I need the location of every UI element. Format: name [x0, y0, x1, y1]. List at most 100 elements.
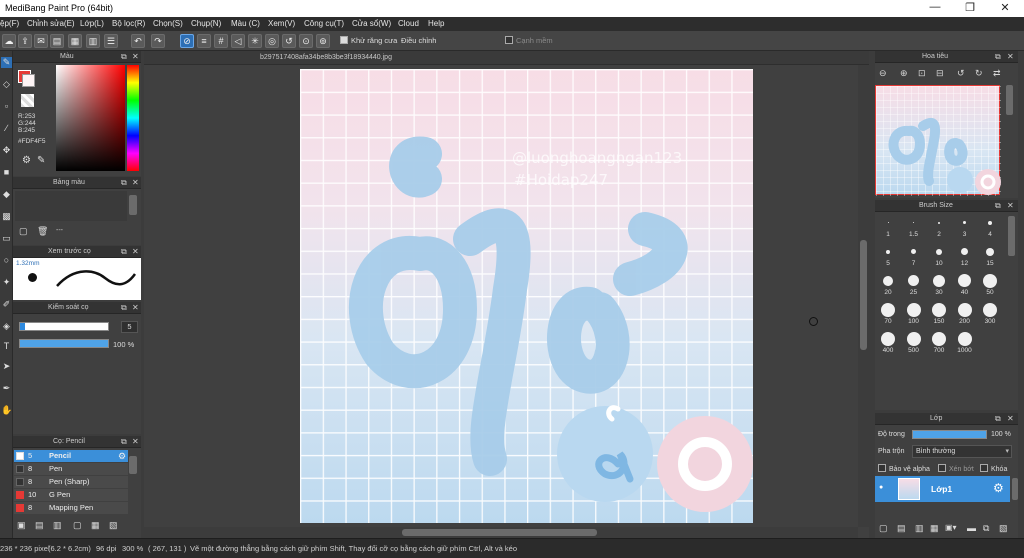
brush-size-option[interactable]: 12: [953, 243, 977, 271]
brush-size-option[interactable]: 50: [978, 272, 1002, 300]
palette-area[interactable]: [15, 191, 127, 221]
brush-item-pencil[interactable]: 5 Pencil ⚙: [14, 450, 128, 462]
brush-size-option[interactable]: 2: [927, 214, 951, 242]
duplicate-layer-icon[interactable]: ⧉: [983, 523, 989, 534]
brush-item-mapping-pen[interactable]: 8 Mapping Pen: [14, 502, 128, 514]
bucket-tool-icon[interactable]: ◆: [1, 189, 12, 200]
snap-radial-icon[interactable]: ✳: [248, 34, 262, 48]
brush-add-icon[interactable]: ▤: [35, 520, 44, 531]
navigator-scrollbar[interactable]: [1006, 85, 1013, 115]
brush-delete-icon[interactable]: ▧: [109, 520, 118, 531]
new-8bit-layer-icon[interactable]: ▥: [915, 523, 924, 534]
list-icon[interactable]: ☰: [104, 34, 118, 48]
protect-alpha-checkbox[interactable]: Bảo vệ alpha: [878, 464, 930, 473]
saturation-value-picker[interactable]: [56, 65, 125, 171]
edge-checkbox[interactable]: Cạnh mềm: [505, 36, 553, 45]
redo-icon[interactable]: ↷: [151, 34, 165, 48]
new-halftone-layer-icon[interactable]: ▤: [897, 523, 906, 534]
horizontal-scroll-thumb[interactable]: [402, 529, 597, 536]
grid-page-icon[interactable]: ▥: [86, 34, 100, 48]
brush-settings-icon[interactable]: ▦: [91, 520, 100, 531]
brush-size-option[interactable]: 15: [978, 243, 1002, 271]
brush-item-g-pen[interactable]: 10 G Pen: [14, 489, 128, 501]
text-tool-icon[interactable]: T: [1, 341, 12, 352]
delete-layer-icon[interactable]: ▧: [999, 523, 1008, 534]
menu-file[interactable]: ệp(F): [0, 19, 19, 28]
eraser-tool-icon[interactable]: ◇: [1, 79, 12, 90]
float-icon[interactable]: ⧉: [121, 436, 127, 448]
undo-icon[interactable]: ↶: [131, 34, 145, 48]
brush-size-option[interactable]: 4: [978, 214, 1002, 242]
brush-size-option[interactable]: 30: [927, 272, 951, 300]
menu-view[interactable]: Xem(V): [268, 19, 295, 28]
maximize-button[interactable]: ❐: [955, 1, 985, 16]
close-icon[interactable]: ✕: [1007, 51, 1014, 63]
brush-item-pen-sharp[interactable]: 8 Pen (Sharp): [14, 476, 128, 488]
brush-import-icon[interactable]: ▥: [53, 520, 62, 531]
move-tool-icon[interactable]: ✥: [1, 145, 12, 156]
close-icon[interactable]: ✕: [132, 51, 139, 63]
snap-ellipse-icon[interactable]: ⊙: [299, 34, 313, 48]
menu-capture[interactable]: Chụp(N): [191, 19, 221, 28]
brush-size-option[interactable]: 70: [876, 301, 900, 329]
flip-icon[interactable]: ⇄: [993, 68, 1001, 79]
eyedropper-icon[interactable]: ✎: [37, 155, 45, 166]
snap-parallel-icon[interactable]: ≡: [197, 34, 211, 48]
drawing-canvas[interactable]: @luonghoangngan123 #Hoidap247: [300, 69, 753, 523]
brush-size-option[interactable]: 1.5: [902, 214, 926, 242]
layer-row[interactable]: ● Lớp1 ⚙: [875, 476, 1010, 502]
menu-help[interactable]: Help: [428, 19, 444, 28]
brush-opacity-slider[interactable]: [19, 339, 109, 348]
brush-size-option[interactable]: 10: [927, 243, 951, 271]
brush-item-pen[interactable]: 8 Pen: [14, 463, 128, 475]
brush-size-option[interactable]: 1: [876, 214, 900, 242]
minimize-button[interactable]: —: [920, 1, 950, 16]
comment-icon[interactable]: ✉: [34, 34, 48, 48]
close-button[interactable]: ✕: [990, 1, 1020, 16]
brush-tool-icon[interactable]: ✎: [1, 57, 12, 68]
float-icon[interactable]: ⧉: [121, 302, 127, 314]
brush-size-value[interactable]: 5: [121, 321, 138, 333]
folder-icon[interactable]: ▬: [967, 523, 976, 533]
close-icon[interactable]: ✕: [1007, 200, 1014, 212]
brush-size-slider[interactable]: [19, 322, 109, 331]
brush-size-option[interactable]: 700: [927, 330, 951, 358]
gradient-tool-icon[interactable]: ▩: [1, 211, 12, 222]
vertical-scroll-thumb[interactable]: [860, 240, 867, 350]
close-icon[interactable]: ✕: [132, 302, 139, 314]
brush-size-option[interactable]: 400: [876, 330, 900, 358]
navigator-preview[interactable]: [875, 85, 1001, 196]
layer-scrollbar[interactable]: [1012, 478, 1018, 500]
brush-size-option[interactable]: 3: [953, 214, 977, 242]
lasso-tool-icon[interactable]: ○: [1, 255, 12, 266]
brush-size-option[interactable]: 150: [927, 301, 951, 329]
page-icon[interactable]: ▤: [50, 34, 64, 48]
menu-filter[interactable]: Bộ lọc(R): [112, 19, 145, 28]
snap-off-icon[interactable]: ⊘: [180, 34, 194, 48]
select-tool-icon[interactable]: ▭: [1, 233, 12, 244]
brush-folder-icon[interactable]: ▣: [17, 520, 26, 531]
lock-checkbox[interactable]: Khóa: [980, 464, 1007, 473]
hand-tool-icon[interactable]: ✋: [1, 405, 12, 416]
snap-target-icon[interactable]: ⊚: [316, 34, 330, 48]
palette-scrollbar[interactable]: [129, 195, 137, 215]
float-icon[interactable]: ⧉: [995, 51, 1001, 63]
menu-select[interactable]: Chọn(S): [153, 19, 183, 28]
brush-list-scrollbar[interactable]: [129, 456, 137, 474]
magic-wand-icon[interactable]: ✦: [1, 277, 12, 288]
close-icon[interactable]: ✕: [132, 246, 139, 258]
layer-menu-icon[interactable]: ▣▾: [945, 523, 957, 532]
close-icon[interactable]: ✕: [132, 436, 139, 448]
new-layer-icon[interactable]: ▢: [879, 523, 888, 534]
gear-icon[interactable]: ⚙: [993, 481, 1004, 495]
float-icon[interactable]: ⧉: [121, 51, 127, 63]
close-icon[interactable]: ✕: [132, 177, 139, 189]
select-eraser-icon[interactable]: ◈: [1, 321, 12, 332]
float-icon[interactable]: ⧉: [121, 177, 127, 189]
brush-size-option[interactable]: 100: [902, 301, 926, 329]
layout-icon[interactable]: ▦: [68, 34, 82, 48]
shape-tool-icon[interactable]: ■: [1, 167, 12, 178]
new-1bit-layer-icon[interactable]: ▦: [930, 523, 939, 534]
eyedropper-icon[interactable]: ✒: [1, 383, 12, 394]
menu-color[interactable]: Màu (C): [231, 19, 260, 28]
